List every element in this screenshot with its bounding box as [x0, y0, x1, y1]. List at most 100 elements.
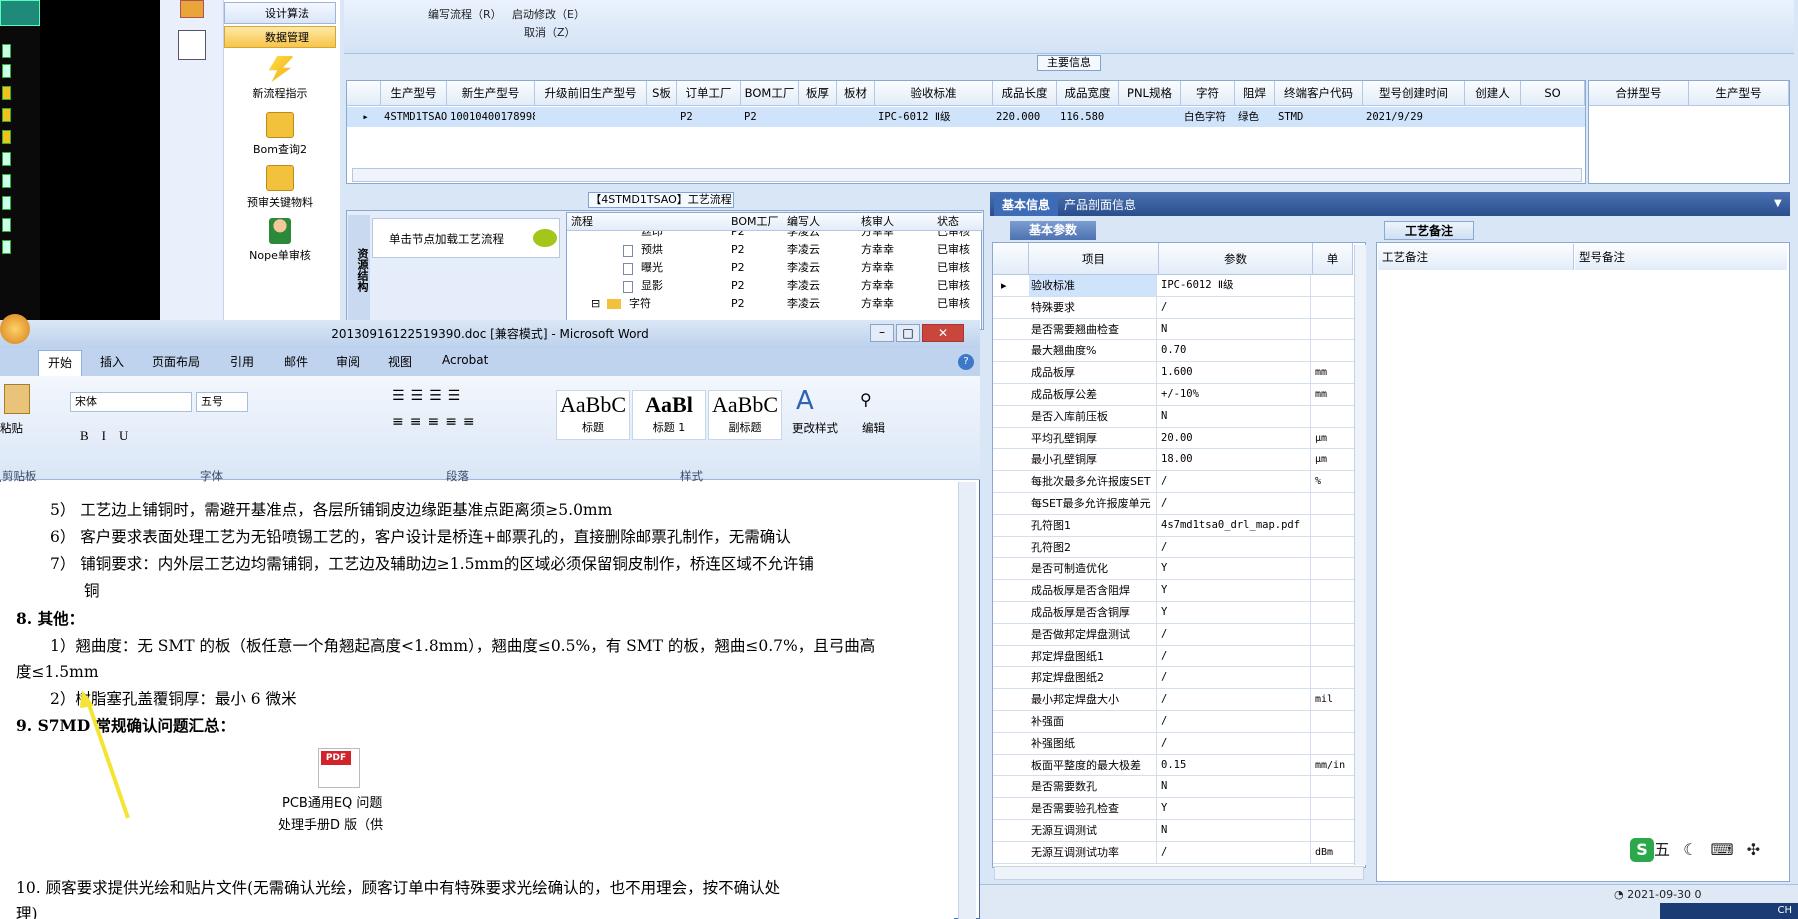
column-header[interactable]: 成品宽度 — [1057, 81, 1119, 106]
param-row[interactable]: 成品板厚是否含阻焊 Y — [993, 580, 1365, 602]
table-cell[interactable]: 10010400178998 — [447, 107, 535, 127]
table-cell[interactable]: 116.580 — [1057, 107, 1119, 127]
table-row[interactable]: 丝印 P2 李凌云 方幸幸 已审核 — [567, 231, 983, 241]
word-vertical-scrollbar[interactable] — [958, 482, 976, 919]
column-header[interactable]: 验收标准 — [875, 81, 993, 106]
table-cell[interactable] — [1521, 107, 1585, 127]
param-row[interactable]: 板面平整度的最大极差 0.15 mm/in — [993, 754, 1365, 777]
nav-button-design-algorithm[interactable]: 设计算法 — [224, 2, 336, 24]
param-row[interactable]: 补强面 / — [993, 711, 1365, 733]
nav-item-nope-audit[interactable]: Nope单审核 — [228, 218, 332, 263]
column-header[interactable]: 终端客户代码 — [1275, 81, 1363, 106]
horizontal-scrollbar[interactable] — [352, 168, 1582, 182]
resource-structure-tab[interactable]: 资源结构 — [348, 215, 370, 325]
param-row[interactable]: 孔符图1 4s7md1tsa0_drl_map.pdf — [993, 514, 1365, 537]
param-row[interactable]: 最小孔壁铜厚 18.00 μm — [993, 449, 1365, 472]
table-cell[interactable]: 白色字符 — [1181, 107, 1235, 127]
column-header[interactable]: 状态 — [937, 213, 959, 231]
param-row[interactable]: 邦定焊盘图纸1/ — [993, 645, 1365, 668]
font-name-select[interactable]: 宋体 — [70, 392, 192, 412]
tab-basic-params[interactable]: 基本参数 — [1010, 221, 1096, 240]
font-size-select[interactable]: 五号 — [196, 392, 248, 412]
param-row[interactable]: 孔符图2/ — [993, 536, 1365, 559]
tab-acrobat[interactable]: Acrobat — [442, 353, 488, 367]
table-cell[interactable]: 绿色 — [1235, 107, 1275, 127]
load-process-button[interactable]: 单击节点加载工艺流程 — [372, 218, 560, 258]
column-header[interactable]: BOM工厂 — [731, 213, 779, 231]
table-cell[interactable] — [1119, 107, 1181, 127]
param-row[interactable]: 成品板厚是否含铜厚 Y — [993, 602, 1365, 624]
column-header[interactable]: 升级前旧生产型号 — [535, 81, 647, 106]
param-row[interactable]: 每批次最多允许报废SET /% — [993, 471, 1365, 493]
binoculars-icon[interactable]: ⚲ — [860, 390, 872, 409]
office-button[interactable] — [0, 314, 30, 344]
tab-review[interactable]: 审阅 — [336, 353, 360, 370]
nav-item-bom-query[interactable]: Bom查询2 — [228, 112, 332, 157]
table-cell[interactable] — [799, 107, 837, 127]
param-row[interactable]: 无源互调测试功率 / dBm — [993, 841, 1365, 864]
column-header[interactable]: 阻焊 — [1235, 81, 1275, 106]
param-row[interactable]: 每SET最多允许报废单元 / — [993, 493, 1365, 515]
column-header[interactable]: BOM工厂 — [741, 81, 799, 106]
change-styles-button[interactable]: 更改样式 — [792, 420, 838, 436]
nav-item-new-flow[interactable]: 新流程指示 — [228, 56, 332, 101]
column-header[interactable]: 板材 — [837, 81, 875, 106]
column-header[interactable]: S板 — [647, 81, 677, 106]
table-cell[interactable] — [535, 107, 647, 127]
toolbar-cancel[interactable]: 取消（Z） — [524, 24, 576, 40]
table-cell[interactable] — [837, 107, 875, 127]
tab-home[interactable]: 开始 — [38, 350, 82, 376]
table-cell[interactable]: IPC-6012 Ⅱ级 — [875, 107, 993, 127]
toolbar-start-modify[interactable]: 启动修改（E） — [512, 6, 585, 22]
horizontal-scrollbar[interactable] — [994, 866, 1364, 880]
param-row[interactable]: 是否需要数孔 N — [993, 776, 1365, 799]
table-row[interactable]: 曝光 P2 李凌云 方幸幸 已审核 — [567, 259, 983, 277]
column-header[interactable]: 核审人 — [861, 213, 894, 231]
close-button[interactable]: ✕ — [922, 324, 964, 342]
tab-page-layout[interactable]: 页面布局 — [152, 353, 200, 370]
tab-process-remarks[interactable]: 工艺备注 — [1384, 221, 1474, 240]
table-cell[interactable] — [647, 107, 677, 127]
column-header[interactable]: 项目 — [1029, 243, 1159, 275]
param-row[interactable]: 是否入库前压板 N — [993, 405, 1365, 428]
ime-toolbar[interactable]: S五 ☾ ⌨ ✣ — [1630, 836, 1794, 866]
param-row[interactable]: 是否做邦定焊盘测试 / — [993, 623, 1365, 646]
table-cell[interactable] — [1465, 107, 1521, 127]
document-body[interactable]: 5） 工艺边上铺铜时，需避开基准点，各层所铺铜皮边缘距基准点距离须≥5.0mm … — [0, 482, 954, 919]
column-header[interactable]: 字符 — [1181, 81, 1235, 106]
column-header[interactable]: PNL规格 — [1119, 81, 1181, 106]
nav-item-preaudit[interactable]: 预审关键物料 — [228, 165, 332, 210]
column-header[interactable]: 型号创建时间 — [1363, 81, 1465, 106]
tab-references[interactable]: 引用 — [230, 353, 254, 370]
font-format-icons[interactable]: BIU — [80, 428, 141, 444]
row-indicator[interactable]: ▸ — [347, 107, 381, 127]
calendar-icon[interactable] — [178, 30, 206, 60]
edit-button[interactable]: 编辑 — [862, 420, 885, 436]
param-row[interactable]: 特殊要求 / — [993, 296, 1365, 319]
column-header[interactable]: 合拼型号 — [1589, 81, 1689, 106]
table-cell[interactable]: 4STMD1TSAO — [381, 107, 447, 127]
style-subtitle[interactable]: AaBbC 副标题 — [708, 390, 782, 440]
column-header[interactable]: 订单工厂 — [677, 81, 741, 106]
column-header[interactable]: 生产型号 — [381, 81, 447, 106]
table-row[interactable]: ⊟ 字符 P2 李凌云 方幸幸 已审核 — [567, 295, 983, 313]
table-row[interactable]: 预烘 P2 李凌云 方幸幸 已审核 — [567, 241, 983, 259]
column-header[interactable]: 流程 — [571, 213, 593, 231]
change-styles-icon[interactable]: A — [796, 386, 830, 416]
param-row[interactable]: 最大翘曲度% 0.70 — [993, 340, 1365, 363]
column-header[interactable]: 单 — [1313, 243, 1353, 275]
chevron-down-icon[interactable]: ▼ — [1774, 198, 1782, 209]
paste-icon[interactable] — [4, 384, 30, 414]
table-cell[interactable]: 2021/9/29 — [1363, 107, 1465, 127]
maximize-button[interactable]: □ — [896, 324, 920, 342]
tab-product-section[interactable]: 产品剖面信息 — [1064, 194, 1164, 216]
table-cell[interactable]: P2 — [741, 107, 799, 127]
paste-button[interactable]: 粘贴 — [0, 420, 23, 436]
table-row[interactable]: 显影 P2 李凌云 方幸幸 已审核 — [567, 277, 983, 295]
column-header[interactable]: SO — [1521, 81, 1585, 106]
tab-insert[interactable]: 插入 — [100, 353, 124, 370]
pdf-icon[interactable]: PDF — [318, 748, 360, 788]
table-cell[interactable]: P2 — [677, 107, 741, 127]
column-header[interactable]: 板厚 — [799, 81, 837, 106]
style-title[interactable]: AaBbC 标题 — [556, 390, 630, 440]
